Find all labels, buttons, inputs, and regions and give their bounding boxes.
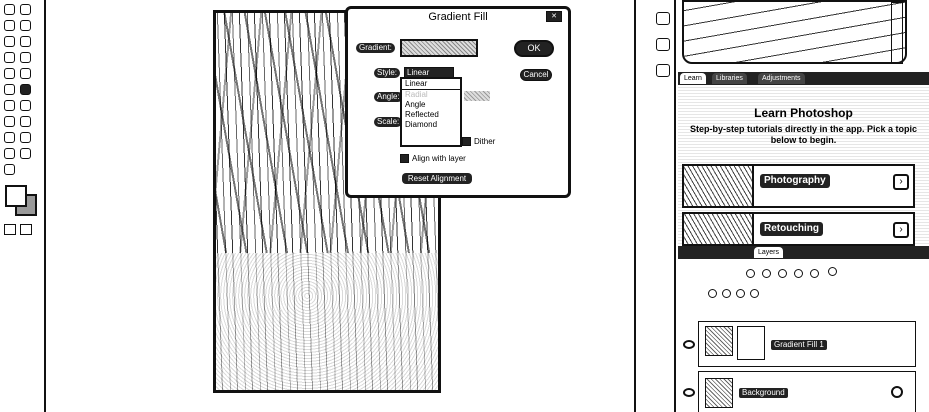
tab-learn[interactable]: Learn: [680, 73, 706, 84]
learn-panel: Learn Photoshop Step-by-step tutorials d…: [678, 86, 929, 246]
quick-mask-icon[interactable]: [4, 224, 16, 235]
history-brush-tool-icon[interactable]: [20, 68, 31, 79]
layer-thumbnail: [705, 326, 733, 356]
tab-layers[interactable]: Layers: [754, 247, 784, 258]
close-icon[interactable]: ✕: [546, 11, 562, 22]
align-label: Align with layer: [412, 154, 466, 163]
style-dropdown-menu: Linear Radial Angle Reflected Diamond: [400, 77, 462, 147]
clone-stamp-tool-icon[interactable]: [4, 68, 15, 79]
screen-mode-icon[interactable]: [20, 224, 32, 235]
style-option[interactable]: Angle: [402, 100, 460, 110]
image-light-region: [216, 253, 438, 390]
scale-label: Scale:: [374, 117, 403, 127]
learn-tab-bar: Learn Libraries Adjustments: [678, 72, 929, 85]
color-panel-icon[interactable]: [656, 12, 670, 25]
swatches-panel-icon[interactable]: [656, 38, 670, 51]
pen-tool-icon[interactable]: [4, 116, 15, 127]
blur-tool-icon[interactable]: [4, 100, 15, 111]
lock-icon[interactable]: [891, 386, 903, 398]
lock-artboard-icon[interactable]: [736, 289, 745, 298]
move-tool-icon[interactable]: [4, 4, 15, 15]
angle-field[interactable]: [464, 91, 490, 101]
layer-mask-thumbnail[interactable]: [737, 326, 765, 360]
layers-tab-bar: Layers: [678, 246, 929, 259]
eyedropper-tool-icon[interactable]: [20, 36, 31, 47]
zoom-tool-icon[interactable]: [20, 148, 31, 159]
lock-position-icon[interactable]: [722, 289, 731, 298]
dialog-title: Gradient Fill: [428, 11, 488, 23]
tab-libraries[interactable]: Libraries: [712, 73, 747, 84]
type-filter-icon[interactable]: [778, 269, 787, 278]
eye-icon[interactable]: [683, 340, 695, 349]
tab-adjustments[interactable]: Adjustments: [758, 73, 805, 84]
tools-panel: [0, 0, 46, 412]
shape-filter-icon[interactable]: [794, 269, 803, 278]
style-option[interactable]: Radial: [402, 90, 460, 100]
ok-button[interactable]: OK: [514, 40, 554, 57]
brush-tool-icon[interactable]: [20, 52, 31, 63]
lasso-tool-icon[interactable]: [4, 20, 15, 31]
cancel-button[interactable]: Cancel: [520, 69, 552, 81]
dither-checkbox[interactable]: Dither: [462, 137, 496, 147]
shape-tool-icon[interactable]: [20, 132, 31, 143]
gradient-swatch[interactable]: [400, 39, 478, 57]
foreground-color-swatch[interactable]: [5, 185, 27, 207]
layer-row[interactable]: Gradient Fill 1: [683, 321, 916, 367]
right-panels: Learn Libraries Adjustments Learn Photos…: [678, 0, 929, 412]
learn-title: Learn Photoshop: [754, 106, 853, 120]
panel-divider[interactable]: [634, 0, 636, 412]
gradients-panel-icon[interactable]: [656, 64, 670, 77]
crop-tool-icon[interactable]: [4, 36, 15, 47]
gradient-tool-icon[interactable]: [20, 84, 31, 95]
panel-icon-strip: [644, 0, 676, 412]
scrollbar[interactable]: [891, 2, 903, 64]
layers-panel: Gradient Fill 1 Background: [678, 259, 929, 412]
dodge-tool-icon[interactable]: [20, 100, 31, 111]
filter-toggle-icon[interactable]: [828, 267, 837, 276]
lock-all-icon[interactable]: [750, 289, 759, 298]
tutorial-card-retouching[interactable]: Retouching ›: [682, 212, 915, 246]
angle-label: Angle:: [374, 92, 403, 102]
learn-subtitle: Step-by-step tutorials directly in the a…: [689, 124, 918, 145]
type-tool-icon[interactable]: [20, 116, 31, 127]
dither-label: Dither: [474, 137, 496, 146]
tutorial-label: Retouching: [760, 222, 823, 236]
tutorial-thumbnail: [684, 166, 754, 206]
eraser-tool-icon[interactable]: [4, 84, 15, 95]
checkbox-icon: [462, 137, 471, 147]
gradient-label: Gradient:: [356, 43, 395, 53]
smart-object-filter-icon[interactable]: [810, 269, 819, 278]
chevron-right-icon[interactable]: ›: [893, 174, 909, 190]
layer-name[interactable]: Background: [739, 388, 788, 398]
filter-icon[interactable]: [746, 269, 755, 278]
adjustment-filter-icon[interactable]: [762, 269, 771, 278]
eye-icon[interactable]: [683, 388, 695, 397]
path-select-tool-icon[interactable]: [4, 132, 15, 143]
layer-row[interactable]: Background: [683, 371, 916, 412]
marquee-tool-icon[interactable]: [20, 4, 31, 15]
style-option[interactable]: Diamond: [402, 120, 460, 130]
lock-pixels-icon[interactable]: [708, 289, 717, 298]
style-label: Style:: [374, 68, 401, 78]
quick-select-tool-icon[interactable]: [20, 20, 31, 31]
style-option[interactable]: Reflected: [402, 110, 460, 120]
tutorial-thumbnail: [684, 214, 754, 244]
chevron-right-icon[interactable]: ›: [893, 222, 909, 238]
style-option[interactable]: Linear: [402, 79, 460, 90]
reset-alignment-button[interactable]: Reset Alignment: [402, 173, 472, 184]
healing-tool-icon[interactable]: [4, 52, 15, 63]
layer-name[interactable]: Gradient Fill 1: [771, 340, 827, 350]
tutorial-label: Photography: [760, 174, 830, 188]
align-with-layer-checkbox[interactable]: Align with layer: [400, 154, 466, 164]
swatches-preview[interactable]: [682, 0, 907, 64]
more-tools-icon[interactable]: [4, 164, 15, 175]
tutorial-card-photography[interactable]: Photography ›: [682, 164, 915, 208]
gradient-fill-dialog: Gradient Fill ✕ Gradient: OK Cancel Styl…: [345, 6, 571, 198]
hand-tool-icon[interactable]: [4, 148, 15, 159]
checkbox-icon: [400, 154, 409, 164]
layer-thumbnail: [705, 378, 733, 408]
